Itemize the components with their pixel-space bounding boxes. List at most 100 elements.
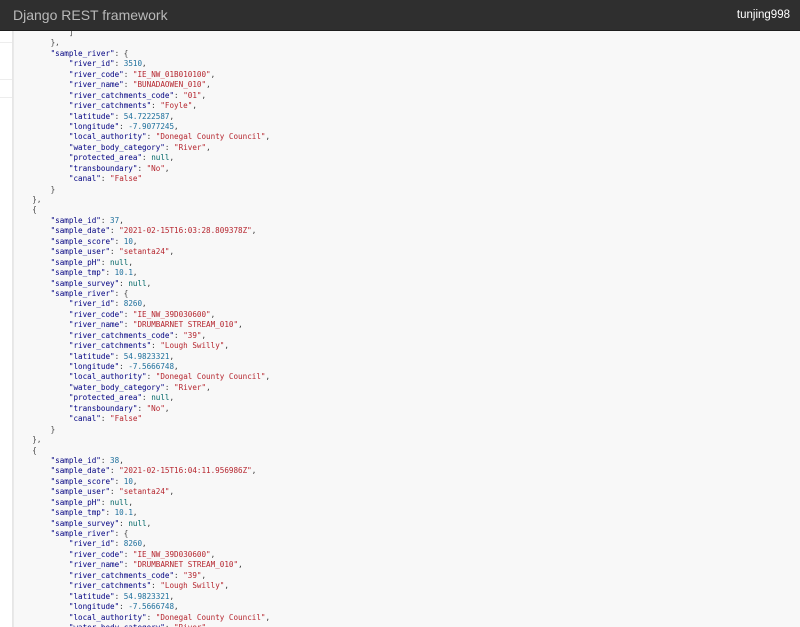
json-line: } xyxy=(14,185,270,195)
json-value: "No" xyxy=(146,163,165,173)
json-value: 54.7222587 xyxy=(123,111,170,121)
user-menu[interactable]: tunjing998 xyxy=(737,0,790,30)
json-line: "river_catchments_code": "01", xyxy=(68,90,207,100)
json-key: "sample_pH" xyxy=(50,497,101,507)
json-line: }, xyxy=(14,195,270,205)
json-value: 10.1 xyxy=(114,268,133,278)
json-key: "sample_river" xyxy=(50,48,115,58)
json-key: "sample_id" xyxy=(50,215,101,225)
json-bracket: { xyxy=(32,445,37,455)
json-key: "local_authority" xyxy=(68,612,147,622)
json-value: "DRUMBARNET STREAM_010" xyxy=(132,560,239,570)
json-value: "Donegal County Council" xyxy=(155,132,266,142)
json-value: "39" xyxy=(183,330,202,340)
json-key: "sample_river" xyxy=(50,288,115,298)
json-value: 54.9823321 xyxy=(123,351,170,361)
json-key: "protected_area" xyxy=(68,393,143,403)
json-value: "DRUMBARNET STREAM_010" xyxy=(132,320,239,330)
json-key: "protected_area" xyxy=(68,153,143,163)
json-value: "River" xyxy=(174,623,206,627)
json-line: "water_body_category": "River", xyxy=(14,623,270,627)
json-bracket: }, xyxy=(32,195,42,204)
json-key: "local_authority" xyxy=(68,372,147,382)
json-value: "Lough Swilly" xyxy=(160,341,225,351)
json-line: "transboundary": "No", xyxy=(68,403,170,413)
json-value: 10.1 xyxy=(114,508,133,518)
json-key: "water_body_category" xyxy=(69,623,165,627)
json-key: "canal" xyxy=(68,174,101,184)
json-line: "canal": "False" xyxy=(68,414,143,424)
json-key: "river_catchments" xyxy=(68,581,152,591)
json-key: "latitude" xyxy=(68,111,115,121)
json-key: "longitude" xyxy=(68,121,120,131)
json-line: "sample_user": "setanta24", xyxy=(50,487,175,497)
brand-link[interactable]: Django REST framework xyxy=(13,0,168,30)
json-bracket: { xyxy=(32,205,37,215)
json-line: "river_name": "DRUMBARNET STREAM_010", xyxy=(68,320,243,330)
json-value: "Donegal County Council" xyxy=(155,372,266,382)
json-line: "river_id": 3510, xyxy=(68,59,147,69)
json-key: "sample_tmp" xyxy=(50,508,106,518)
json-value: "IE_NW_01B010100" xyxy=(132,69,211,79)
json-key: "river_name" xyxy=(68,320,124,330)
json-value: "IE_NW_39D030600" xyxy=(132,309,211,319)
json-key: "water_body_category" xyxy=(68,382,165,392)
json-line: "sample_id": 38, xyxy=(50,455,124,465)
json-line: "sample_pH": null, xyxy=(50,497,133,507)
json-bracket: { xyxy=(123,48,129,58)
json-line: "river_id": 8260, xyxy=(68,299,147,309)
json-key: "sample_user" xyxy=(50,247,111,257)
json-value: 10 xyxy=(123,236,133,246)
json-key: "sample_score" xyxy=(50,476,115,486)
json-line: "longitude": -7.9077245, xyxy=(68,121,179,131)
json-bracket: { xyxy=(123,529,129,538)
json-line: }, xyxy=(14,435,270,445)
json-value: 54.9823321 xyxy=(123,591,170,601)
json-line: "latitude": 54.7222587, xyxy=(68,111,175,121)
json-value: 8260 xyxy=(123,539,143,549)
json-line: "local_authority": "Donegal County Counc… xyxy=(68,612,271,622)
json-bracket: } xyxy=(50,184,56,194)
json-key: "sample_survey" xyxy=(50,518,120,528)
json-key: "sample_pH" xyxy=(50,257,101,267)
json-line: "river_catchments": "Lough Swilly", xyxy=(68,581,229,591)
json-key: "sample_tmp" xyxy=(50,268,106,278)
json-value: 37 xyxy=(110,215,120,225)
json-value: "01" xyxy=(183,90,202,100)
json-bracket: ] xyxy=(68,31,74,37)
gutter-line xyxy=(0,97,12,98)
json-value: "False" xyxy=(110,414,143,424)
json-value: "No" xyxy=(146,403,165,413)
json-line: "local_authority": "Donegal County Counc… xyxy=(68,132,271,142)
json-value: -7.5666748 xyxy=(128,362,175,371)
json-value: "IE_NW_39D030600" xyxy=(132,549,211,559)
json-value: 3510 xyxy=(123,59,143,69)
json-line: "river_catchments": "Lough Swilly", xyxy=(68,341,229,351)
json-line: "water_body_category": "River", xyxy=(68,382,211,392)
json-value: null xyxy=(110,497,129,507)
left-gutter xyxy=(0,31,13,627)
json-key: "water_body_category" xyxy=(68,142,165,152)
json-line: "river_name": "DRUMBARNET STREAM_010", xyxy=(68,560,243,570)
json-value: "False" xyxy=(110,174,143,184)
response-content[interactable]: ] }, "sample_river": { "river_id": 3510,… xyxy=(13,31,800,627)
json-key: "river_code" xyxy=(68,309,124,319)
json-value: 10 xyxy=(123,476,133,486)
json-value: "Foyle" xyxy=(160,101,193,111)
json-key: "sample_survey" xyxy=(50,278,120,288)
json-value: "River" xyxy=(174,382,207,392)
json-line: "river_code": "IE_NW_01B010100", xyxy=(68,69,216,79)
json-value: null xyxy=(110,257,129,267)
json-line: "sample_river": { xyxy=(50,48,129,58)
json-key: "latitude" xyxy=(68,591,115,601)
json-key: "sample_river" xyxy=(50,529,115,538)
json-key: "river_name" xyxy=(68,560,124,570)
json-line: "river_name": "BUNADAOWEN_010", xyxy=(68,80,211,90)
json-key: "sample_id" xyxy=(50,455,101,465)
json-line: "sample_river": { xyxy=(50,288,129,298)
json-value: null xyxy=(151,393,170,403)
json-value: "River" xyxy=(174,142,207,152)
json-bracket: } xyxy=(50,424,56,434)
json-value: -7.5666748 xyxy=(128,602,175,612)
json-line: "sample_score": 10, xyxy=(50,236,138,246)
